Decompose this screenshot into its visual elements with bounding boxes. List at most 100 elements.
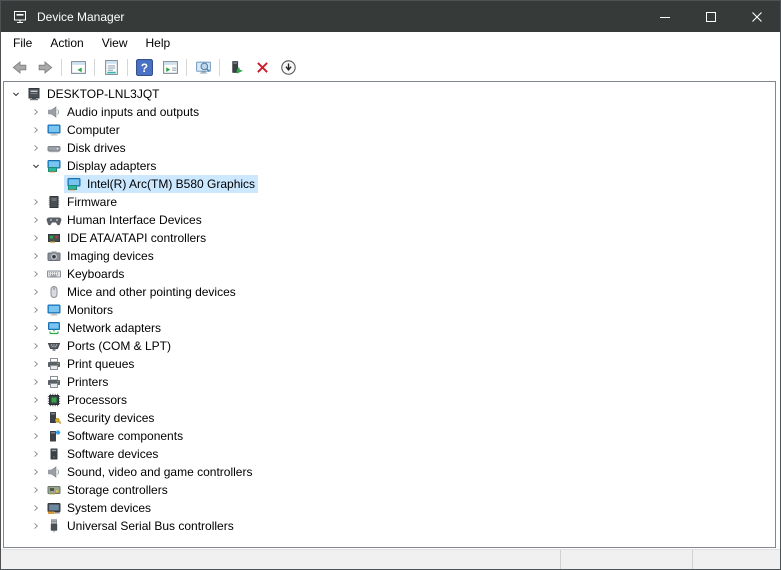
back-arrow-icon bbox=[11, 59, 28, 76]
menu-help[interactable]: Help bbox=[137, 33, 180, 53]
tree-item[interactable]: Printers bbox=[4, 373, 775, 391]
tree-item[interactable]: Disk drives bbox=[4, 139, 775, 157]
chevron-down-icon[interactable] bbox=[8, 86, 24, 102]
tree-item[interactable]: Computer bbox=[4, 121, 775, 139]
tree-item-label: Disk drives bbox=[67, 141, 129, 155]
tree-item[interactable]: Processors bbox=[4, 391, 775, 409]
security-device-icon bbox=[46, 410, 62, 426]
tree-item[interactable]: Firmware bbox=[4, 193, 775, 211]
toolbar-separator bbox=[219, 59, 220, 76]
chevron-right-icon[interactable] bbox=[28, 518, 44, 534]
tree-item[interactable]: Monitors bbox=[4, 301, 775, 319]
chevron-right-icon[interactable] bbox=[28, 212, 44, 228]
tree-item[interactable]: IDE ATA/ATAPI controllers bbox=[4, 229, 775, 247]
serial-port-icon bbox=[46, 338, 62, 354]
tree-item-content: Storage controllers bbox=[44, 481, 171, 499]
chevron-down-icon[interactable] bbox=[28, 158, 44, 174]
minimize-button[interactable] bbox=[642, 1, 688, 32]
chevron-right-icon[interactable] bbox=[28, 320, 44, 336]
chevron-right-icon[interactable] bbox=[28, 266, 44, 282]
tree-item-content: Imaging devices bbox=[44, 247, 157, 265]
tree-item-content: Disk drives bbox=[44, 139, 129, 157]
tree-item-content: Keyboards bbox=[44, 265, 127, 283]
printer-icon bbox=[46, 374, 62, 390]
tree-item[interactable]: Sound, video and game controllers bbox=[4, 463, 775, 481]
tree-item[interactable]: Universal Serial Bus controllers bbox=[4, 517, 775, 535]
statusbar-pane bbox=[692, 550, 780, 569]
chevron-right-icon[interactable] bbox=[28, 428, 44, 444]
uninstall-device-button[interactable] bbox=[249, 56, 275, 80]
maximize-button[interactable] bbox=[688, 1, 734, 32]
tree-item[interactable]: Ports (COM & LPT) bbox=[4, 337, 775, 355]
scan-hardware-changes-button[interactable] bbox=[190, 56, 216, 80]
uninstall-icon bbox=[254, 59, 271, 76]
toolbar-separator bbox=[127, 59, 128, 76]
tree-item-selected-content: Intel(R) Arc(TM) B580 Graphics bbox=[64, 175, 258, 193]
tree-item[interactable]: Storage controllers bbox=[4, 481, 775, 499]
close-button[interactable] bbox=[734, 1, 780, 32]
properties-button[interactable] bbox=[98, 56, 124, 80]
chevron-right-icon[interactable] bbox=[28, 194, 44, 210]
disable-icon bbox=[280, 59, 297, 76]
disable-device-button[interactable] bbox=[275, 56, 301, 80]
chevron-right-icon[interactable] bbox=[28, 302, 44, 318]
chevron-right-icon[interactable] bbox=[28, 482, 44, 498]
tree-item[interactable]: Intel(R) Arc(TM) B580 Graphics bbox=[4, 175, 775, 193]
tree-item[interactable]: Imaging devices bbox=[4, 247, 775, 265]
keyboard-icon bbox=[46, 266, 62, 282]
chevron-right-icon[interactable] bbox=[28, 446, 44, 462]
tree-item-content: Human Interface Devices bbox=[44, 211, 205, 229]
tree-item[interactable]: System devices bbox=[4, 499, 775, 517]
chevron-right-icon[interactable] bbox=[28, 230, 44, 246]
chevron-right-icon[interactable] bbox=[28, 392, 44, 408]
tree-item-label: Sound, video and game controllers bbox=[67, 465, 255, 479]
properties-icon bbox=[103, 59, 120, 76]
mouse-icon bbox=[46, 284, 62, 300]
status-bar bbox=[1, 549, 780, 569]
tree-item[interactable]: Software devices bbox=[4, 445, 775, 463]
chevron-right-icon[interactable] bbox=[28, 122, 44, 138]
menu-action[interactable]: Action bbox=[41, 33, 92, 53]
tree-item[interactable]: DESKTOP-LNL3JQT bbox=[4, 85, 775, 103]
tree-item[interactable]: Keyboards bbox=[4, 265, 775, 283]
network-adapter-icon bbox=[46, 320, 62, 336]
menu-file[interactable]: File bbox=[4, 33, 41, 53]
software-device-icon bbox=[46, 446, 62, 462]
tree-item-label: Audio inputs and outputs bbox=[67, 105, 202, 119]
tree-item-label: IDE ATA/ATAPI controllers bbox=[67, 231, 209, 245]
chevron-right-icon[interactable] bbox=[28, 140, 44, 156]
tree-item-label: DESKTOP-LNL3JQT bbox=[47, 87, 162, 101]
action-pane-button[interactable] bbox=[157, 56, 183, 80]
tree-item[interactable]: Display adapters bbox=[4, 157, 775, 175]
chevron-right-icon[interactable] bbox=[28, 464, 44, 480]
chevron-right-icon[interactable] bbox=[28, 338, 44, 354]
tree-item[interactable]: Mice and other pointing devices bbox=[4, 283, 775, 301]
software-component-icon bbox=[46, 428, 62, 444]
tree-item[interactable]: Human Interface Devices bbox=[4, 211, 775, 229]
menu-view[interactable]: View bbox=[93, 33, 137, 53]
tree-item-label: Monitors bbox=[67, 303, 116, 317]
chevron-right-icon[interactable] bbox=[28, 104, 44, 120]
chevron-right-icon[interactable] bbox=[28, 374, 44, 390]
chevron-right-icon[interactable] bbox=[28, 284, 44, 300]
chevron-right-icon[interactable] bbox=[28, 410, 44, 426]
console-tree-button[interactable] bbox=[65, 56, 91, 80]
tree-item[interactable]: Security devices bbox=[4, 409, 775, 427]
back-button[interactable] bbox=[6, 56, 32, 80]
tree-item[interactable]: Print queues bbox=[4, 355, 775, 373]
tree-item-label: Software devices bbox=[67, 447, 161, 461]
update-driver-button[interactable] bbox=[223, 56, 249, 80]
tree-item-content: Software components bbox=[44, 427, 186, 445]
ide-controller-icon bbox=[46, 230, 62, 246]
monitor-icon bbox=[46, 122, 62, 138]
forward-button[interactable] bbox=[32, 56, 58, 80]
help-button[interactable]: ? bbox=[131, 56, 157, 80]
chevron-right-icon[interactable] bbox=[28, 248, 44, 264]
chevron-right-icon[interactable] bbox=[28, 356, 44, 372]
tree-item-content: Printers bbox=[44, 373, 111, 391]
tree-item[interactable]: Software components bbox=[4, 427, 775, 445]
tree-item[interactable]: Audio inputs and outputs bbox=[4, 103, 775, 121]
chevron-right-icon[interactable] bbox=[28, 500, 44, 516]
tree-item-label: Display adapters bbox=[67, 159, 159, 173]
tree-item[interactable]: Network adapters bbox=[4, 319, 775, 337]
